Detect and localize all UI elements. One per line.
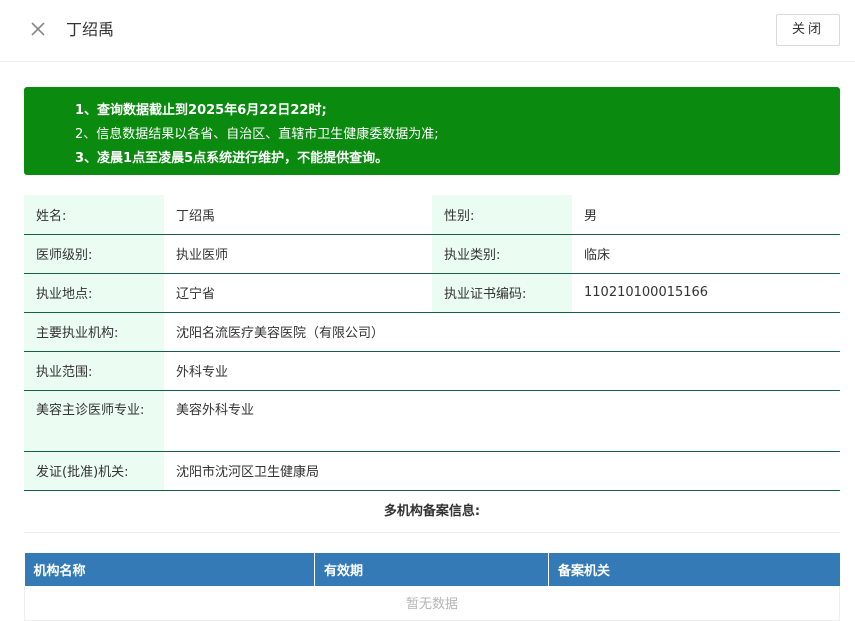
notice-line-3: 3、凌晨1点至凌晨5点系统进行维护，不能提供查询。 — [75, 151, 389, 166]
info-row-name: 姓名: 丁绍禹 性别: 男 — [24, 195, 840, 235]
cert-label: 执业证书编码: — [432, 273, 572, 313]
level-label: 医师级别: — [24, 234, 164, 274]
location-value: 辽宁省 — [164, 273, 432, 313]
info-row-issuer: 发证(批准)机关: 沈阳市沈河区卫生健康局 — [24, 451, 840, 491]
cosmetic-value: 美容外科专业 — [164, 390, 840, 452]
info-row-scope: 执业范围: 外科专业 — [24, 351, 840, 391]
info-row-level: 医师级别: 执业医师 执业类别: 临床 — [24, 234, 840, 274]
table-header-row: 机构名称 有效期 备案机关 — [24, 553, 840, 586]
cert-value: 110210100015166 — [572, 273, 840, 313]
doctor-info-table: 姓名: 丁绍禹 性别: 男 医师级别: 执业医师 执业类别: 临床 执业地点: … — [24, 195, 840, 491]
level-value: 执业医师 — [164, 234, 432, 274]
info-row-cosmetic: 美容主诊医师专业: 美容外科专业 — [24, 390, 840, 452]
cosmetic-label: 美容主诊医师专业: — [24, 390, 164, 452]
name-value: 丁绍禹 — [164, 195, 432, 235]
multi-institution-title: 多机构备案信息: — [24, 490, 840, 533]
close-icon[interactable] — [28, 19, 48, 39]
close-button[interactable]: 关闭 — [776, 14, 840, 46]
column-header-validity[interactable]: 有效期 — [314, 553, 549, 586]
dialog-header: 丁绍禹 关闭 — [0, 0, 855, 62]
name-label: 姓名: — [24, 195, 164, 235]
scope-label: 执业范围: — [24, 351, 164, 391]
institution-label: 主要执业机构: — [24, 312, 164, 352]
column-header-institution[interactable]: 机构名称 — [24, 553, 315, 586]
location-label: 执业地点: — [24, 273, 164, 313]
dialog-title: 丁绍禹 — [66, 20, 115, 39]
issuer-value: 沈阳市沈河区卫生健康局 — [164, 451, 840, 491]
category-label: 执业类别: — [432, 234, 572, 274]
gender-value: 男 — [572, 195, 840, 235]
table-row: 暂无数据 — [24, 586, 840, 621]
category-value: 临床 — [572, 234, 840, 274]
notice-line-2: 2、信息数据结果以各省、自治区、直辖市卫生健康委数据为准; — [75, 127, 439, 142]
institution-value: 沈阳名流医疗美容医院（有限公司） — [164, 312, 840, 352]
issuer-label: 发证(批准)机关: — [24, 451, 164, 491]
info-row-location: 执业地点: 辽宁省 执业证书编码: 110210100015166 — [24, 273, 840, 313]
column-header-authority[interactable]: 备案机关 — [548, 553, 840, 586]
notice-line-1: 1、查询数据截止到2025年6月22日22时; — [75, 103, 327, 118]
empty-state-text: 暂无数据 — [24, 586, 840, 621]
scope-value: 外科专业 — [164, 351, 840, 391]
multi-institution-table: 机构名称 有效期 备案机关 暂无数据 — [24, 553, 840, 621]
notice-banner: 1、查询数据截止到2025年6月22日22时; 2、信息数据结果以各省、自治区、… — [24, 87, 840, 175]
info-row-institution: 主要执业机构: 沈阳名流医疗美容医院（有限公司） — [24, 312, 840, 352]
gender-label: 性别: — [432, 195, 572, 235]
